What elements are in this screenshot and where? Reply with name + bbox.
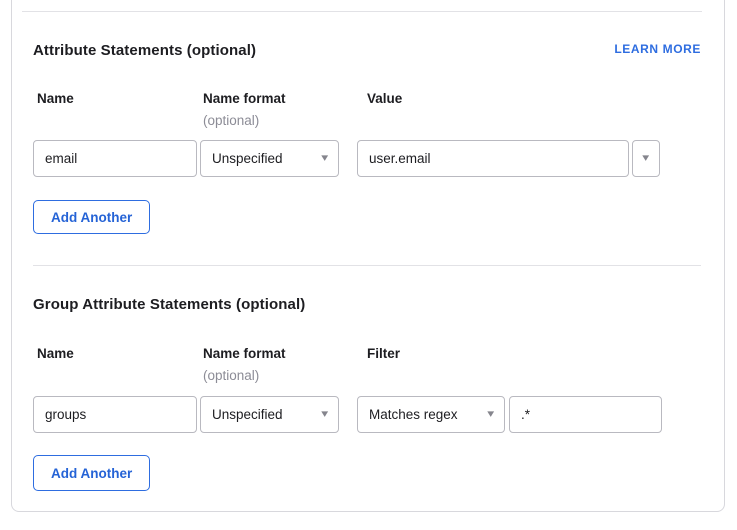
add-another-group-attribute-button[interactable]: Add Another bbox=[33, 455, 150, 491]
group-attribute-statements-title: Group Attribute Statements (optional) bbox=[33, 296, 305, 313]
group-attribute-name-format-value: Unspecified bbox=[212, 407, 283, 422]
chevron-down-icon: ▾ bbox=[322, 409, 329, 420]
chevron-down-icon: ▾ bbox=[322, 153, 329, 164]
learn-more-link[interactable]: LEARN MORE bbox=[614, 42, 701, 56]
attribute-name-format-value: Unspecified bbox=[212, 151, 283, 166]
add-another-attribute-button[interactable]: Add Another bbox=[33, 200, 150, 234]
name-format-optional-note: (optional) bbox=[203, 368, 259, 383]
top-divider bbox=[22, 11, 702, 12]
group-filter-value-input[interactable] bbox=[509, 396, 662, 433]
name-format-optional-note: (optional) bbox=[203, 113, 259, 128]
column-header-name: Name bbox=[37, 91, 74, 106]
attribute-value-dropdown-button[interactable]: ▾ bbox=[632, 140, 660, 177]
column-header-name-format: Name format bbox=[203, 346, 286, 361]
attribute-value-input[interactable] bbox=[357, 140, 629, 177]
saml-settings-panel: Attribute Statements (optional) LEARN MO… bbox=[0, 0, 737, 530]
group-attribute-name-format-select[interactable]: Unspecified ▾ bbox=[200, 396, 339, 433]
chevron-down-icon: ▾ bbox=[643, 153, 650, 164]
chevron-down-icon: ▾ bbox=[488, 409, 495, 420]
group-filter-type-select[interactable]: Matches regex ▾ bbox=[357, 396, 505, 433]
column-header-value: Value bbox=[367, 91, 402, 106]
attribute-name-format-select[interactable]: Unspecified ▾ bbox=[200, 140, 339, 177]
settings-card bbox=[11, 0, 725, 512]
column-header-name: Name bbox=[37, 346, 74, 361]
group-filter-type-value: Matches regex bbox=[369, 407, 458, 422]
column-header-name-format: Name format bbox=[203, 91, 286, 106]
section-divider bbox=[33, 265, 701, 266]
attribute-statements-title: Attribute Statements (optional) bbox=[33, 42, 256, 59]
column-header-filter: Filter bbox=[367, 346, 400, 361]
attribute-name-input[interactable] bbox=[33, 140, 197, 177]
group-attribute-name-input[interactable] bbox=[33, 396, 197, 433]
